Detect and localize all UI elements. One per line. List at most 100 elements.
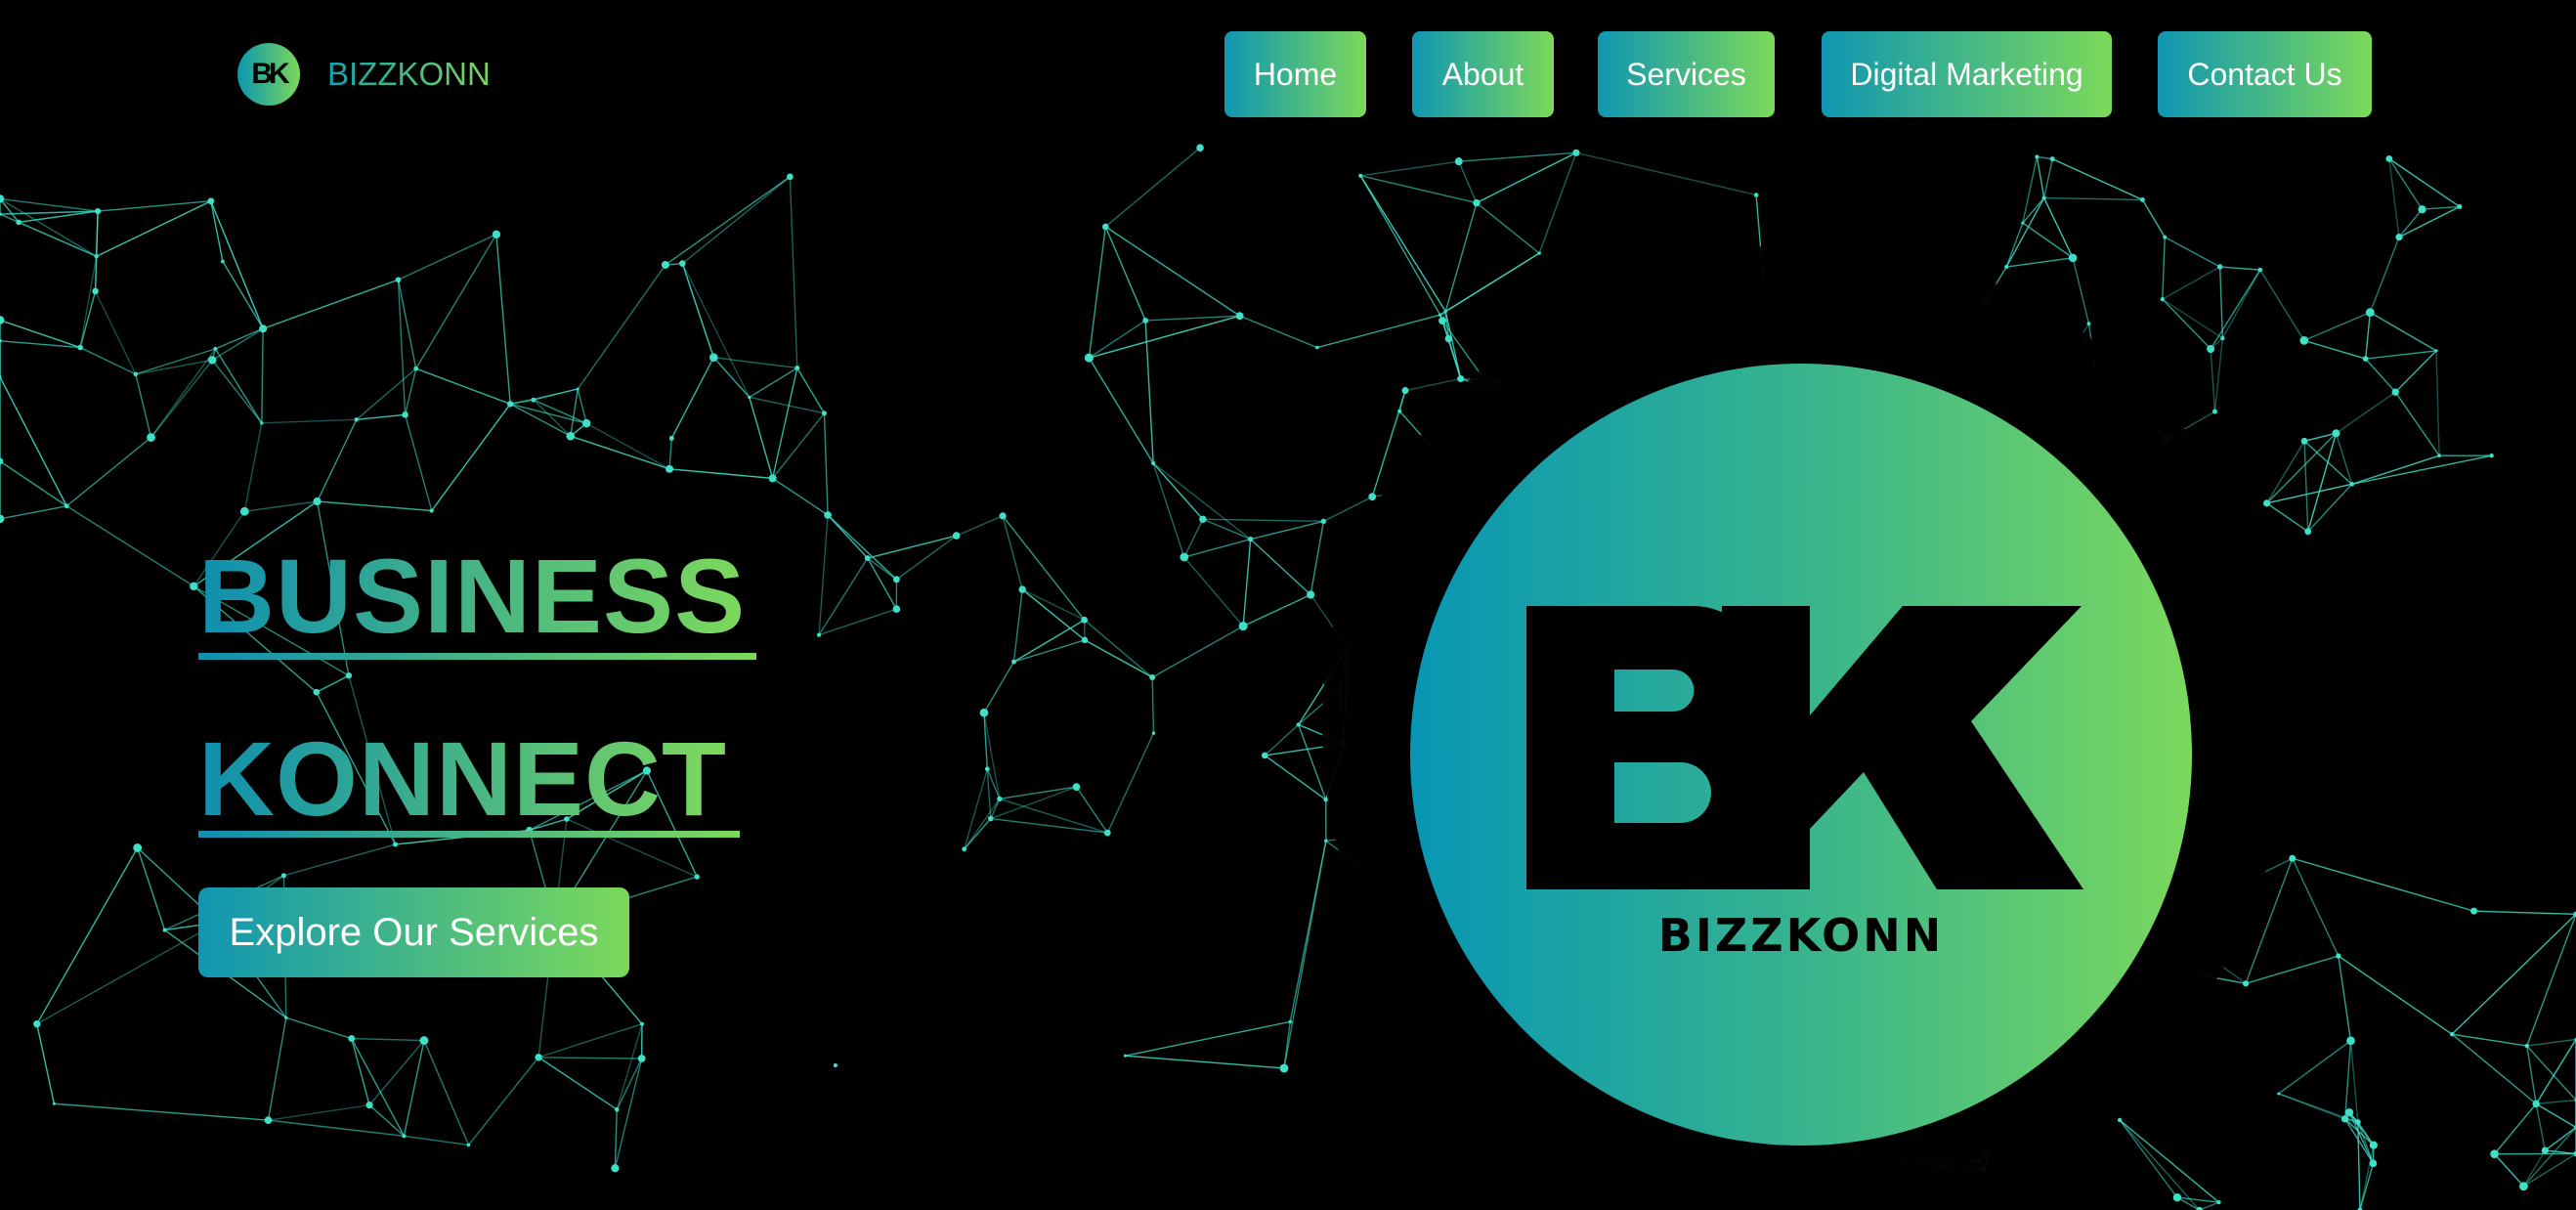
- network-line: [285, 1016, 352, 1040]
- network-node: [997, 796, 1003, 802]
- network-node: [264, 1116, 273, 1125]
- network-node: [614, 1106, 620, 1112]
- network-node: [535, 1054, 542, 1061]
- network-node: [1238, 622, 1248, 631]
- network-line: [577, 388, 587, 424]
- network-line: [2398, 205, 2461, 238]
- network-line: [823, 412, 829, 516]
- network-node: [207, 197, 215, 205]
- network-line: [1250, 539, 1311, 596]
- network-node: [1081, 616, 1089, 624]
- hero-title-line-1: BUSINESS: [198, 537, 747, 655]
- bk-monogram-icon: [1526, 606, 2083, 889]
- network-node: [833, 1062, 838, 1068]
- network-node: [2049, 156, 2055, 162]
- network-line: [1360, 175, 1478, 204]
- network-line: [261, 328, 264, 423]
- network-line: [1144, 320, 1154, 463]
- network-line: [351, 1038, 406, 1137]
- network-node: [1084, 353, 1094, 363]
- network-line: [1242, 539, 1252, 627]
- network-line: [2398, 208, 2424, 238]
- network-line: [2043, 196, 2143, 201]
- network-node: [393, 842, 399, 847]
- brand-name[interactable]: BIZZKONN: [327, 56, 491, 93]
- brand[interactable]: BK BIZZKONN: [237, 43, 491, 106]
- network-line: [214, 348, 263, 424]
- nav-home-button[interactable]: Home: [1224, 31, 1366, 117]
- network-node: [1235, 312, 1244, 321]
- network-line: [772, 477, 829, 516]
- network-node: [1368, 493, 1377, 501]
- network-line: [0, 460, 67, 507]
- nav-about-button[interactable]: About: [1412, 31, 1554, 117]
- network-node: [2541, 1146, 2549, 1154]
- network-line: [1084, 619, 1153, 678]
- network-line: [0, 319, 81, 349]
- network-line: [267, 1017, 287, 1121]
- network-line: [317, 500, 432, 512]
- network-line: [2292, 857, 2474, 912]
- network-node: [395, 277, 402, 283]
- nav-contact-us-button[interactable]: Contact Us: [2158, 31, 2372, 117]
- network-line: [2266, 483, 2352, 504]
- network-node: [95, 208, 102, 215]
- network-node: [786, 173, 794, 181]
- network-line: [1151, 677, 1155, 734]
- network-line: [1183, 518, 1204, 558]
- network-line: [1012, 589, 1023, 663]
- network-line: [398, 234, 497, 281]
- network-line: [681, 176, 791, 265]
- network-line: [2435, 350, 2440, 456]
- network-node: [2163, 235, 2168, 239]
- network-line: [818, 514, 829, 635]
- network-line: [2266, 440, 2305, 504]
- network-line: [2351, 454, 2440, 486]
- network-line: [268, 1103, 370, 1121]
- nav-digital-marketing-button[interactable]: Digital Marketing: [1822, 31, 2112, 117]
- nav-services-button[interactable]: Services: [1598, 31, 1775, 117]
- network-line: [404, 367, 417, 415]
- network-node: [768, 474, 777, 483]
- network-node: [962, 846, 967, 852]
- network-node: [162, 928, 167, 932]
- network-line: [2162, 298, 2211, 350]
- network-node: [284, 1016, 288, 1019]
- network-node: [2365, 308, 2375, 318]
- network-line: [268, 1119, 405, 1137]
- network-node: [2086, 322, 2091, 326]
- network-node: [1072, 783, 1081, 792]
- network-line: [2005, 222, 2024, 268]
- network-node: [1443, 309, 1447, 314]
- network-line: [1125, 1055, 1285, 1069]
- network-line: [749, 367, 798, 399]
- network-line: [827, 514, 897, 581]
- bk-logo-icon[interactable]: BK: [237, 43, 300, 106]
- network-line: [2336, 391, 2396, 434]
- network-line: [749, 397, 774, 479]
- network-node: [345, 672, 353, 679]
- page: BK BIZZKONN Home About Services Digital …: [0, 0, 2576, 1210]
- network-line: [351, 1038, 370, 1105]
- network-node: [2434, 349, 2438, 353]
- network-line: [79, 346, 137, 375]
- network-node: [1011, 659, 1016, 665]
- explore-services-button[interactable]: Explore Our Services: [198, 887, 629, 977]
- network-line: [1013, 639, 1086, 663]
- network-node: [816, 632, 822, 637]
- network-node: [1199, 515, 1207, 523]
- network-node: [2418, 205, 2426, 214]
- network-line: [316, 418, 358, 502]
- network-node: [2304, 528, 2312, 536]
- network-node: [2490, 1149, 2499, 1158]
- network-node: [313, 688, 321, 696]
- brand-logo-text: BK: [251, 58, 289, 90]
- network-node: [466, 1143, 471, 1147]
- network-node: [2035, 154, 2039, 159]
- network-line: [316, 674, 350, 693]
- network-line: [990, 786, 1077, 820]
- network-line: [964, 768, 988, 850]
- network-node: [348, 1035, 356, 1043]
- network-line: [2119, 1119, 2201, 1210]
- network-node: [1151, 731, 1156, 735]
